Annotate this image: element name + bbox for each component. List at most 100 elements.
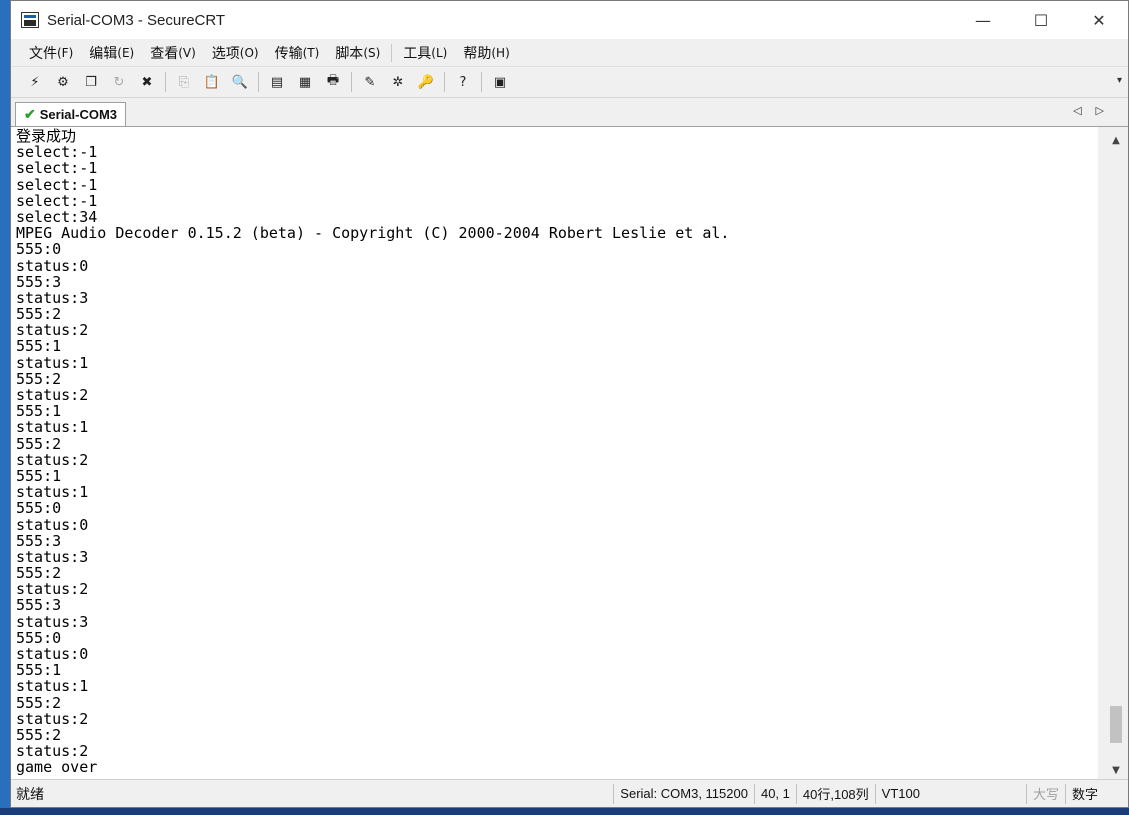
window-title: Serial-COM3 - SecureCRT <box>47 11 226 29</box>
toolbar: ⚡ ⚙ ❐ ↻ ✖ ⎘ 📋 🔍 ▤ ▦ 🖶 ✎ ✲ 🔑? ▣ ▾ <box>11 67 1128 98</box>
quick-connect-icon[interactable]: ⚙ <box>52 71 74 93</box>
terminal-line: status:1 <box>16 677 89 696</box>
tab-serial-com3[interactable]: ✔ Serial-COM3 <box>15 102 127 126</box>
global-options-icon[interactable]: ✲ <box>387 71 409 93</box>
terminal-line: 555:2 <box>16 434 62 453</box>
minimize-button[interactable]: — <box>954 1 1012 39</box>
scrollbar-thumb[interactable] <box>1110 705 1122 743</box>
disconnect-icon[interactable]: ✖ <box>136 71 158 93</box>
menu-item-label: 查看 <box>150 45 179 62</box>
vertical-scrollbar[interactable]: ▲ ▼ <box>1106 131 1126 779</box>
connected-check-icon: ✔ <box>24 106 36 122</box>
terminal-line: 555:2 <box>16 693 62 712</box>
terminal-line: 555:1 <box>16 661 62 680</box>
terminal-line: 555:1 <box>16 337 62 356</box>
status-emulation: VT100 <box>874 783 926 804</box>
close-button[interactable]: ✕ <box>1070 1 1128 39</box>
toolbar-separator <box>351 72 352 92</box>
toolbar-separator <box>258 72 259 92</box>
terminal-line: game over <box>16 758 98 777</box>
terminal-line: status:1 <box>16 418 89 437</box>
print-selection-icon[interactable]: ▦ <box>294 71 316 93</box>
connect-icon[interactable]: ⚡ <box>24 71 46 93</box>
securecrt-window: Serial-COM3 - SecureCRT — ☐ ✕ 文件 (F) 编辑 (E)… <box>10 0 1129 808</box>
menu-bar: 文件 (F) 编辑 (E) 查看 (V) 选项 (O) 传输 (T) 脚本 (S) 工具 (L) 帮助 (H) <box>11 39 1128 67</box>
terminal-lines: 登录成功 select:-1 select:-1 select:-1 select:-1… <box>11 127 1098 776</box>
terminal-line: 555:0 <box>16 240 62 259</box>
print-screen-icon[interactable]: ▤ <box>266 71 288 93</box>
terminal-line: status:1 <box>16 353 89 372</box>
terminal-line: 555:3 <box>16 531 62 550</box>
securecrt-app-icon <box>21 12 39 28</box>
menu-item-accel: (S) <box>363 45 381 60</box>
menu-item-label: 文件 <box>29 45 57 62</box>
status-caps-lock: 大写 <box>1025 783 1065 804</box>
maximize-button[interactable]: ☐ <box>1012 1 1070 39</box>
title-bar[interactable]: Serial-COM3 - SecureCRT — ☐ ✕ <box>11 1 1128 39</box>
terminal-line: status:2 <box>16 450 89 469</box>
terminal-line: status:3 <box>16 612 89 631</box>
paste-icon[interactable]: 📋 <box>201 71 223 93</box>
taskbar <box>0 808 1129 815</box>
terminal-line: 555:0 <box>16 499 62 518</box>
keymap-icon[interactable]: 🔑 <box>415 71 437 93</box>
terminal-line: status:2 <box>16 742 89 761</box>
menu-item-label: 传输 <box>274 45 303 62</box>
toolbar-separator <box>165 72 166 92</box>
menu-item-5[interactable]: 脚本 (S) <box>327 39 388 66</box>
menu-item-0[interactable]: 文件 (F) <box>21 39 81 66</box>
print-icon[interactable]: 🖶 <box>322 71 344 93</box>
menu-item-1[interactable]: 编辑 (E) <box>81 39 142 66</box>
terminal-line: status:0 <box>16 645 89 663</box>
terminal-line: 555:2 <box>16 369 62 388</box>
session-tab-bar: ✔ Serial-COM3 ◁▷ <box>11 98 1128 127</box>
find-icon[interactable]: 🔍 <box>229 71 251 93</box>
terminal-line: 555:0 <box>16 628 62 647</box>
menu-separator <box>391 43 393 62</box>
terminal-line: 登录成功 <box>16 127 77 145</box>
tile-icon[interactable]: ▣ <box>489 71 511 93</box>
menu-item-accel: (V) <box>178 45 196 60</box>
terminal-line: select:-1 <box>16 175 98 194</box>
terminal-line: status:3 <box>16 288 89 307</box>
help-icon[interactable]: ? <box>452 71 474 93</box>
menu-item-accel: (E) <box>117 45 135 60</box>
terminal-line: status:2 <box>16 386 89 404</box>
menu-item-7[interactable]: 帮助 (H) <box>455 39 517 66</box>
terminal-line: status:2 <box>16 321 89 340</box>
menu-item-accel: (L) <box>431 45 448 60</box>
menu-item-label: 脚本 <box>335 45 364 62</box>
terminal-line: 555:1 <box>16 466 62 485</box>
terminal-line: select:-1 <box>16 159 98 178</box>
terminal-line: select:-1 <box>16 143 98 162</box>
copy-icon[interactable]: ⎘ <box>173 71 195 93</box>
scroll-down-icon[interactable]: ▼ <box>1106 761 1126 779</box>
menu-item-accel: (F) <box>57 45 74 60</box>
menu-item-label: 编辑 <box>89 45 118 62</box>
menu-item-label: 选项 <box>211 45 240 62</box>
menu-item-3[interactable]: 选项 (O) <box>204 39 267 66</box>
terminal-line: 555:2 <box>16 564 62 583</box>
status-ready: 就绪 <box>16 785 44 802</box>
terminal-output[interactable]: 登录成功 select:-1 select:-1 select:-1 select:-1… <box>11 127 1098 779</box>
toolbar-separator <box>444 72 445 92</box>
reconnect-icon[interactable]: ↻ <box>108 71 130 93</box>
terminal-line: status:0 <box>16 256 89 275</box>
menu-item-2[interactable]: 查看 (V) <box>142 39 204 66</box>
terminal-line: 555:1 <box>16 402 62 421</box>
connect-tab-icon[interactable]: ❐ <box>80 71 102 93</box>
menu-item-4[interactable]: 传输 (T) <box>267 39 328 66</box>
menu-item-accel: (O) <box>239 45 259 60</box>
terminal-line: status:3 <box>16 547 89 566</box>
tab-scroll-arrows-icon[interactable]: ◁▷ <box>1073 104 1118 117</box>
menu-item-label: 工具 <box>403 45 432 62</box>
menu-item-6[interactable]: 工具 (L) <box>395 39 455 66</box>
terminal-line: status:2 <box>16 580 89 599</box>
terminal-line: status:2 <box>16 709 89 728</box>
terminal-line: select:-1 <box>16 191 98 210</box>
scroll-up-icon[interactable]: ▲ <box>1106 131 1126 149</box>
session-options-icon[interactable]: ✎ <box>359 71 381 93</box>
status-connection: Serial: COM3, 115200 <box>613 783 754 804</box>
menu-item-accel: (H) <box>491 45 510 60</box>
toolbar-overflow-icon[interactable]: ▾ <box>1117 75 1122 86</box>
